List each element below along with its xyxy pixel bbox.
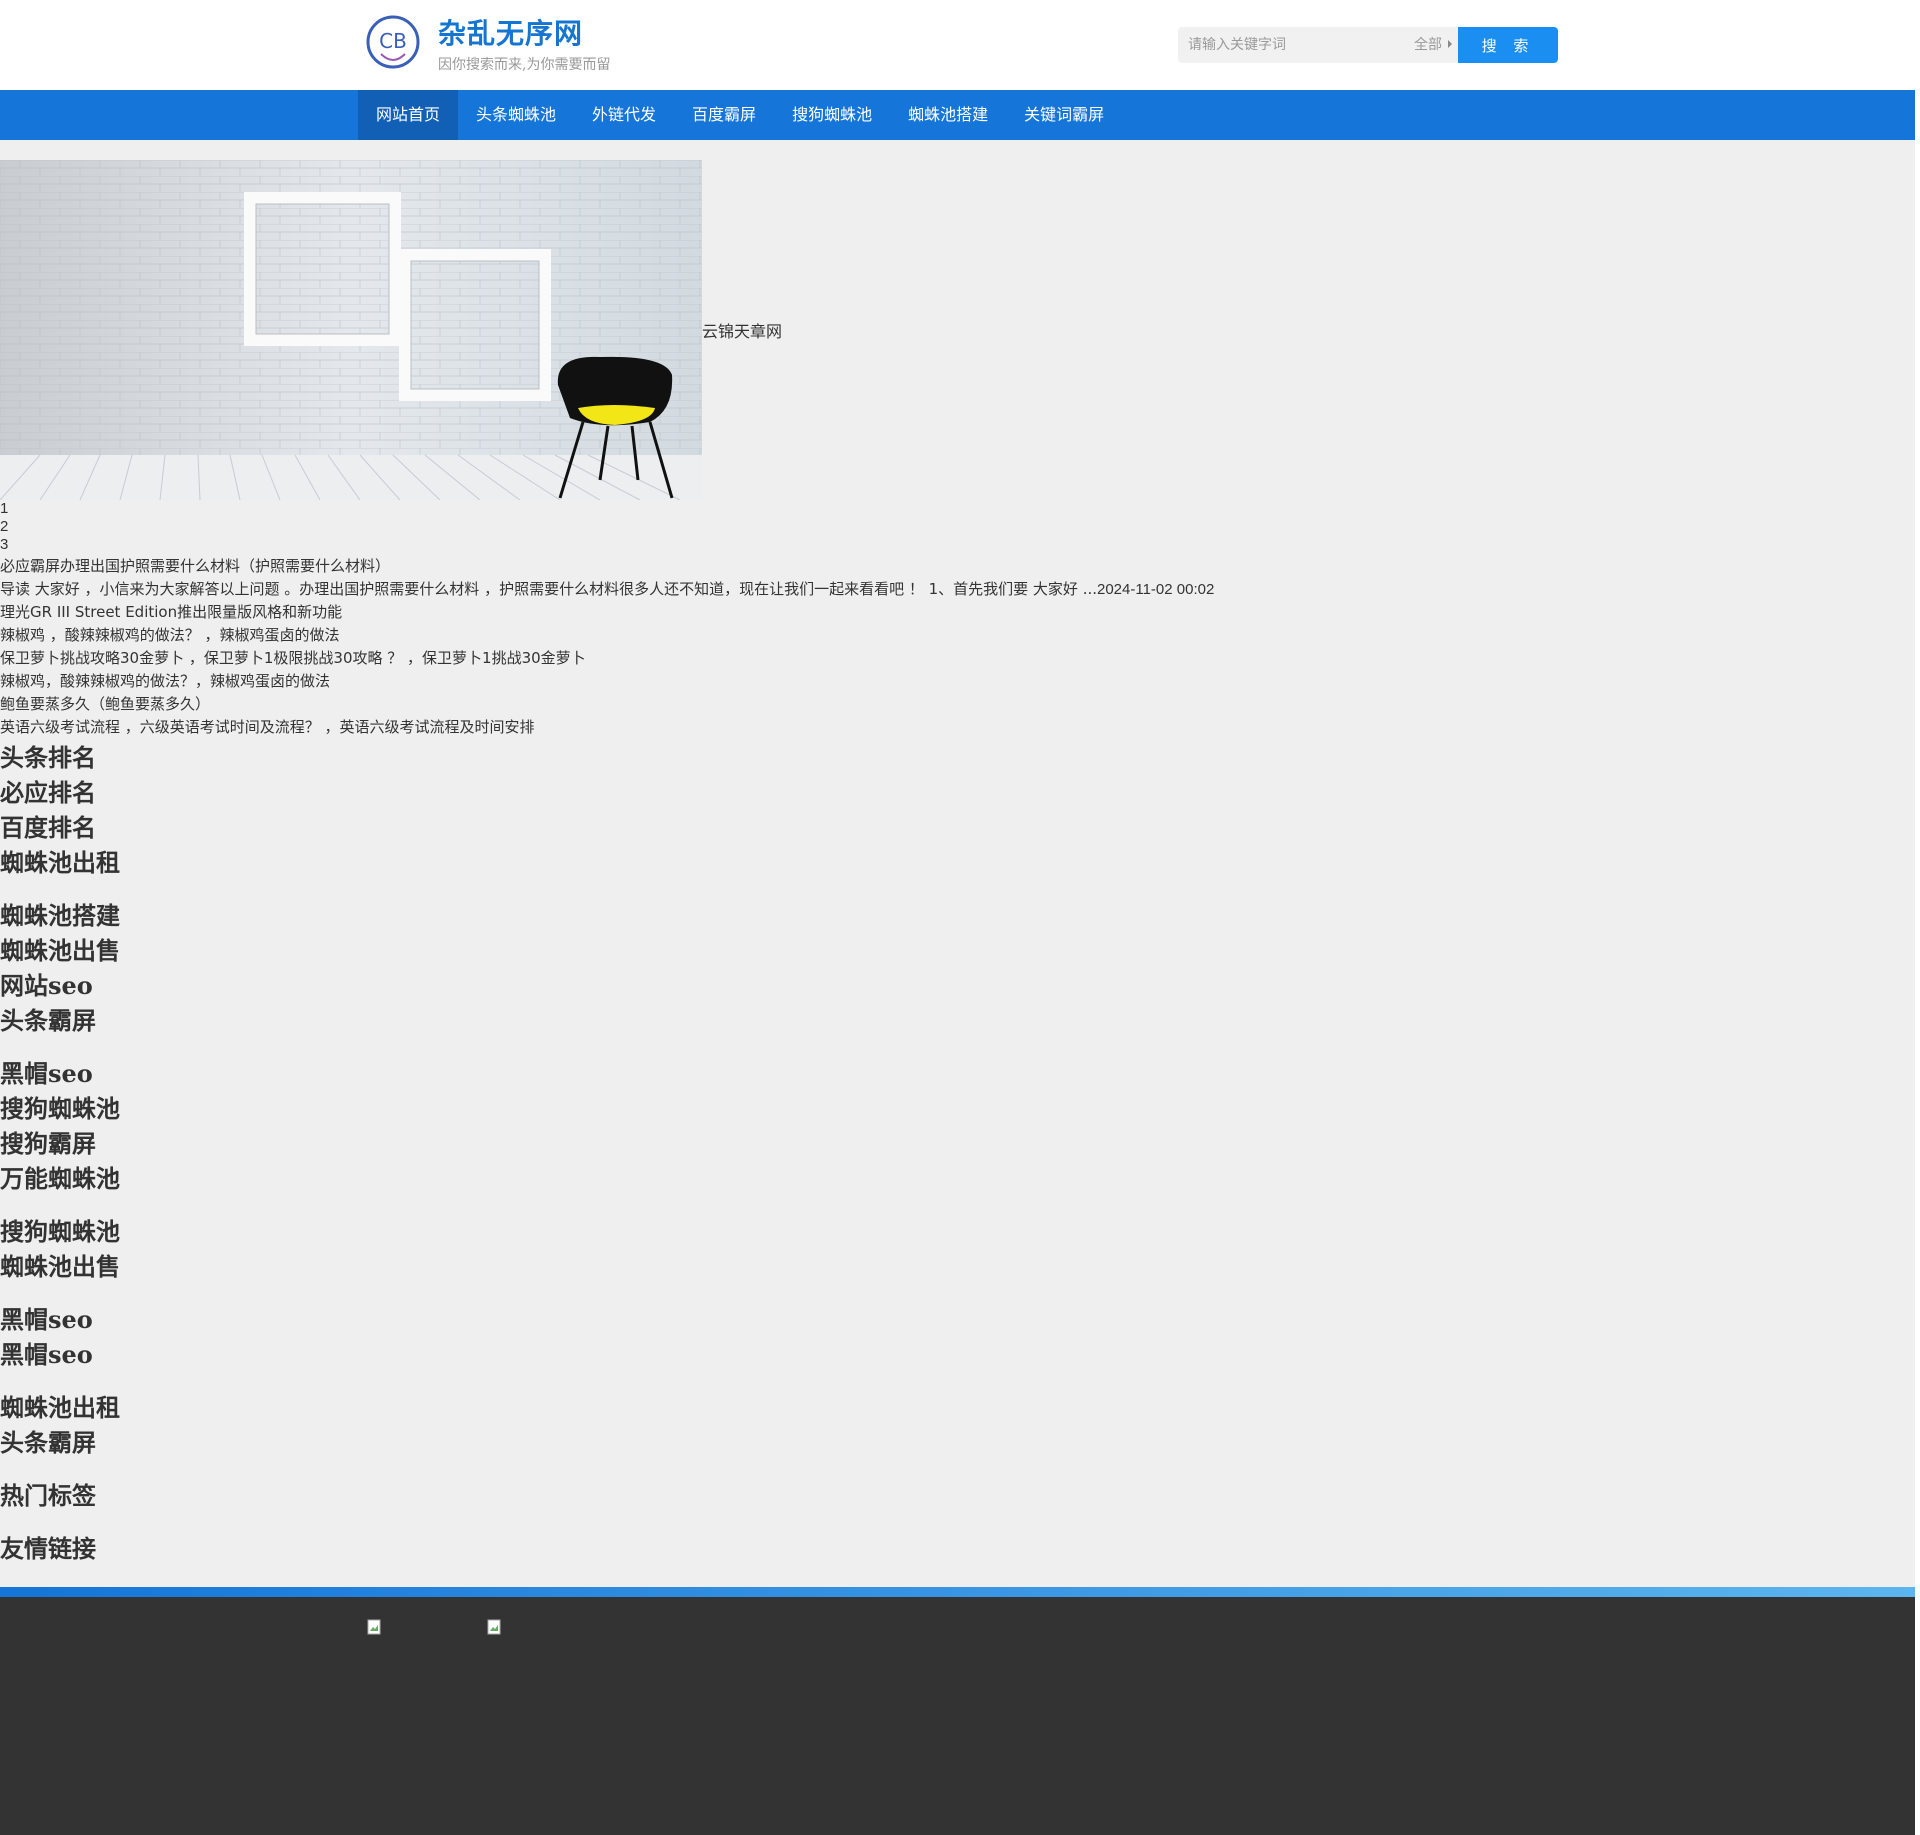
article-title: 保卫萝卜挑战攻略30金萝卜 ，保卫萝卜1极限挑战30攻略 ？ ，保卫萝卜1挑战3… [0, 649, 586, 667]
section-heading[interactable]: 蜘蛛池出售 [0, 933, 120, 968]
header: CB 杂乱无序网 因你搜索而来,为你需要而留 全部 搜 索 [0, 0, 1915, 90]
search-scope-label: 全部 [1414, 37, 1442, 53]
article-link[interactable]: 必应霸屏办理出国护照需要什么材料（护照需要什么材料） [0, 555, 1560, 578]
article-link[interactable]: 保卫萝卜挑战攻略30金萝卜 ，保卫萝卜1极限挑战30攻略 ？ ，保卫萝卜1挑战3… [0, 647, 1560, 670]
section-heading[interactable]: 头条霸屏 [0, 1003, 120, 1038]
article-list: 必应霸屏办理出国护照需要什么材料（护照需要什么材料） 导读 大家好 ，小信来为大家… [0, 555, 1560, 739]
section-heading[interactable]: 黑帽seo [0, 1337, 120, 1372]
slider-dot[interactable]: 1 [0, 500, 8, 518]
search-input[interactable] [1178, 27, 1408, 63]
article-title: 英语六级考试流程 ，六级英语考试时间及流程？ ，英语六级考试流程及时间安排 [0, 718, 535, 736]
section-heading[interactable]: 搜狗蜘蛛池 [0, 1091, 120, 1126]
section-heading[interactable]: 必应排名 [0, 775, 120, 810]
search-scope-select[interactable]: 全部 [1408, 27, 1458, 63]
article-title: 必应霸屏办理出国护照需要什么材料（护照需要什么材料） [0, 557, 391, 575]
search-button[interactable]: 搜 索 [1458, 27, 1558, 63]
nav-list: 网站首页 头条蜘蛛池 外链代发 百度霸屏 搜狗蜘蛛池 蜘蛛池搭建 关键词霸屏 [358, 90, 1122, 140]
nav-item[interactable]: 蜘蛛池搭建 [890, 90, 1006, 140]
scrollbar[interactable] [1915, 0, 1920, 1835]
nav-item[interactable]: 网站首页 [358, 90, 459, 140]
section-heading[interactable]: 黑帽seo [0, 1056, 120, 1091]
tag-headings: 头条排名 必应排名 百度排名 蜘蛛池出租 蜘蛛池搭建 蜘蛛池出售 网站seo 头条霸屏 黑帽se… [0, 740, 120, 1566]
article-link[interactable]: 理光GR III Street Edition推出限量版风格和新功能 [0, 601, 1560, 624]
article-link[interactable]: 导读 大家好 ，小信来为大家解答以上问题 。办理出国护照需要什么材料 ，护照需要… [0, 578, 1560, 601]
section-heading[interactable]: 友情链接 [0, 1531, 120, 1566]
section-heading[interactable]: 万能蜘蛛池 [0, 1161, 120, 1196]
banner-image[interactable] [0, 160, 702, 500]
search-bar: 全部 搜 索 [1178, 27, 1558, 63]
main-nav: 网站首页 头条蜘蛛池 外链代发 百度霸屏 搜狗蜘蛛池 蜘蛛池搭建 关键词霸屏 [0, 90, 1915, 140]
page: CB 杂乱无序网 因你搜索而来,为你需要而留 全部 搜 索 网站首页头条蜘蛛池外… [0, 0, 1915, 1835]
section-heading[interactable]: 蜘蛛池出租 [0, 845, 120, 880]
article-link[interactable]: 辣椒鸡，酸辣辣椒鸡的做法？，辣椒鸡蛋卤的做法 [0, 670, 1560, 693]
slider-dots: 123 [0, 500, 8, 554]
caret-right-icon [1448, 40, 1452, 48]
section-heading[interactable]: 蜘蛛池搭建 [0, 898, 120, 933]
nav-item[interactable]: 头条蜘蛛池 [458, 90, 574, 140]
article-date: 2024-11-02 00:02 [1097, 581, 1215, 598]
nav-item[interactable]: 搜狗蜘蛛池 [774, 90, 890, 140]
section-heading[interactable]: 网站seo [0, 968, 120, 1003]
article-title: 辣椒鸡 ，酸辣辣椒鸡的做法？ ，辣椒鸡蛋卤的做法 [0, 626, 340, 644]
site-logo[interactable]: CB [365, 14, 421, 70]
article-title: 鲍鱼要蒸多久（鲍鱼要蒸多久） [0, 695, 211, 713]
banner-caption[interactable]: 云锦天章网 [702, 318, 782, 342]
article-title: 辣椒鸡，酸辣辣椒鸡的做法？，辣椒鸡蛋卤的做法 [0, 672, 331, 690]
section-heading[interactable]: 蜘蛛池出租 [0, 1390, 120, 1425]
broken-image-icon [367, 1619, 381, 1635]
nav-item[interactable]: 关键词霸屏 [1006, 90, 1122, 140]
section-heading[interactable]: 黑帽seo [0, 1302, 120, 1337]
footer-divider [0, 1587, 1915, 1597]
footer [0, 1597, 1915, 1835]
nav-item[interactable]: 外链代发 [574, 90, 674, 140]
article-title: 导读 大家好 ，小信来为大家解答以上问题 。办理出国护照需要什么材料 ，护照需要… [0, 580, 1097, 598]
slider-dot[interactable]: 2 [0, 518, 8, 536]
article-link[interactable]: 英语六级考试流程 ，六级英语考试时间及流程？ ，英语六级考试流程及时间安排 [0, 716, 1560, 739]
slider-dot[interactable]: 3 [0, 536, 8, 554]
section-heading[interactable]: 头条霸屏 [0, 1425, 120, 1460]
article-link[interactable]: 辣椒鸡 ，酸辣辣椒鸡的做法？ ，辣椒鸡蛋卤的做法 [0, 624, 1560, 647]
banner-slider: 云锦天章网 [0, 160, 782, 500]
section-heading[interactable]: 蜘蛛池出售 [0, 1249, 120, 1284]
section-heading[interactable]: 搜狗蜘蛛池 [0, 1214, 120, 1249]
site-name[interactable]: 杂乱无序网 [438, 12, 583, 52]
section-heading[interactable]: 热门标签 [0, 1478, 120, 1513]
article-link[interactable]: 鲍鱼要蒸多久（鲍鱼要蒸多久） [0, 693, 1560, 716]
site-slogan: 因你搜索而来,为你需要而留 [438, 57, 611, 73]
section-heading[interactable]: 头条排名 [0, 740, 120, 775]
nav-item[interactable]: 百度霸屏 [674, 90, 774, 140]
broken-image-icon [487, 1619, 501, 1635]
section-heading[interactable]: 百度排名 [0, 810, 120, 845]
section-heading[interactable]: 搜狗霸屏 [0, 1126, 120, 1161]
svg-text:CB: CB [379, 29, 407, 53]
article-title: 理光GR III Street Edition推出限量版风格和新功能 [0, 603, 343, 621]
